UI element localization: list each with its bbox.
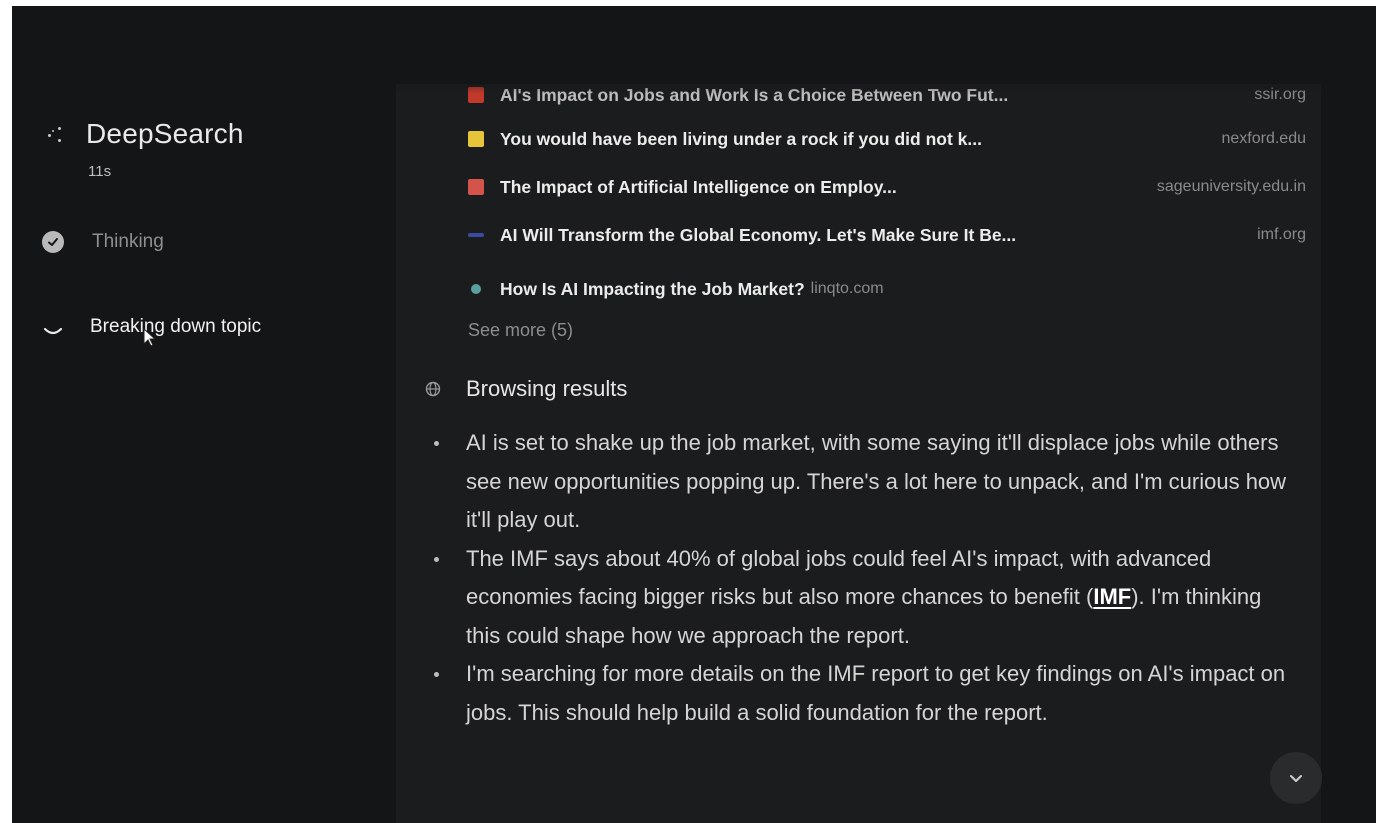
list-item: AI is set to shake up the job market, wi…	[434, 424, 1294, 540]
source-item[interactable]: The Impact of Artificial Intelligence on…	[468, 172, 1306, 202]
mouse-cursor-icon	[143, 328, 156, 347]
source-item[interactable]: AI Will Transform the Global Economy. Le…	[468, 220, 1306, 250]
list-item: The IMF says about 40% of global jobs co…	[434, 540, 1294, 656]
imf-favicon-icon	[468, 233, 484, 237]
chevron-down-icon	[1290, 775, 1302, 782]
source-domain: nexford.edu	[1221, 130, 1306, 147]
spinner-icon	[42, 316, 64, 338]
check-icon	[42, 231, 64, 253]
bullet-text: I'm searching for more details on the IM…	[466, 661, 1286, 725]
elapsed-time: 11s	[88, 163, 112, 180]
imf-citation-link[interactable]: IMF	[1093, 584, 1131, 609]
source-title: You would have been living under a rock …	[500, 128, 982, 149]
browsing-results-list: AI is set to shake up the job market, wi…	[434, 424, 1294, 732]
deepsearch-title: DeepSearch	[86, 118, 244, 149]
nexford-favicon-icon	[468, 131, 484, 147]
see-more-link[interactable]: See more (5)	[468, 320, 573, 341]
linqto-favicon-icon	[471, 284, 481, 294]
step-label: Breaking down topic	[90, 316, 262, 337]
step-label: Thinking	[92, 231, 164, 252]
source-domain: imf.org	[1257, 226, 1306, 243]
bullet-text: AI is set to shake up the job market, wi…	[466, 430, 1287, 532]
scroll-down-button[interactable]	[1270, 752, 1322, 804]
globe-icon	[425, 381, 441, 397]
step-thinking[interactable]: Thinking	[42, 231, 164, 253]
deepsearch-icon	[46, 124, 68, 144]
source-domain: linqto.com	[810, 280, 884, 297]
sageuniversity-favicon-icon	[468, 179, 484, 195]
source-title: AI Will Transform the Global Economy. Le…	[500, 224, 1017, 245]
main-panel: AI's Impact on Jobs and Work Is a Choice…	[396, 6, 1376, 823]
source-domain: sageuniversity.edu.in	[1156, 178, 1306, 195]
top-fade	[396, 66, 1376, 94]
list-item: I'm searching for more details on the IM…	[434, 655, 1294, 732]
source-item[interactable]: You would have been living under a rock …	[468, 124, 1306, 154]
deepsearch-header: DeepSearch	[46, 118, 244, 150]
browsing-results-label: Browsing results	[466, 376, 628, 401]
app-window: DeepSearch 11s Thinking Breaking down to…	[12, 6, 1376, 823]
sidebar: DeepSearch 11s Thinking Breaking down to…	[12, 6, 396, 823]
source-title: The Impact of Artificial Intelligence on…	[500, 176, 897, 197]
browsing-results-header: Browsing results	[424, 376, 627, 402]
search-results-card: AI's Impact on Jobs and Work Is a Choice…	[396, 84, 1321, 823]
source-title: How Is AI Impacting the Job Market?	[500, 278, 805, 299]
source-item[interactable]: How Is AI Impacting the Job Market? linq…	[468, 274, 1306, 304]
